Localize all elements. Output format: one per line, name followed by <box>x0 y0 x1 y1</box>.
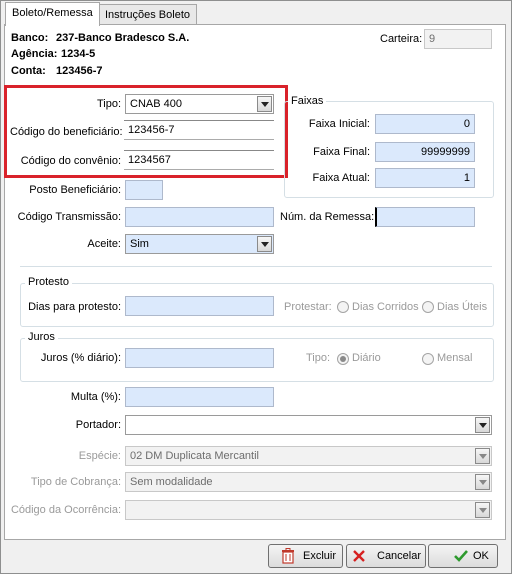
dias-protesto-label: Dias para protesto: <box>28 301 121 313</box>
aceite-label: Aceite: <box>87 238 121 250</box>
especie-label: Espécie: <box>78 450 121 462</box>
remessa-label: Núm. da Remessa: <box>280 211 375 223</box>
posto-label: Posto Beneficiário: <box>29 184 121 196</box>
cancelar-button[interactable]: Cancelar <box>346 544 426 568</box>
transmissao-label: Código Transmissão: <box>17 211 121 223</box>
chevron-down-icon <box>475 448 490 464</box>
faixa-atual-field[interactable]: 1 <box>375 168 475 188</box>
dias-uteis-label: Dias Úteis <box>437 301 488 313</box>
juros-label: Juros (% diário): <box>40 352 121 364</box>
excluir-button[interactable]: Excluir <box>268 544 343 568</box>
ocorrencia-select <box>125 500 492 520</box>
carteira-field: 9 <box>424 29 492 49</box>
dias-protesto-field[interactable] <box>125 296 274 316</box>
remessa-field[interactable] <box>375 207 475 227</box>
ok-button[interactable]: OK <box>428 544 498 568</box>
tipo-cobranca-label: Tipo de Cobrança: <box>30 476 121 488</box>
chevron-down-icon <box>475 502 490 518</box>
agencia-value: 1234-5 <box>61 48 96 60</box>
multa-label: Multa (%): <box>70 391 121 403</box>
cancelar-label: Cancelar <box>377 550 422 562</box>
x-icon <box>353 550 365 562</box>
banco-label: Banco: <box>11 32 49 44</box>
trash-icon <box>282 548 294 564</box>
chevron-down-icon[interactable] <box>475 417 490 433</box>
carteira-label: Carteira: <box>380 33 423 45</box>
faixa-atual-label: Faixa Atual: <box>312 172 370 184</box>
chevron-down-icon[interactable] <box>257 236 272 252</box>
protesto-title: Protesto <box>25 276 72 288</box>
juros-field[interactable] <box>125 348 274 368</box>
protestar-label: Protestar: <box>284 301 332 313</box>
faixa-inicial-label: Faixa Inicial: <box>308 118 370 130</box>
juros-title: Juros <box>25 331 58 343</box>
mensal-label: Mensal <box>437 352 473 364</box>
faixa-final-label: Faixa Final: <box>313 146 370 158</box>
faixas-title: Faixas <box>288 95 327 107</box>
tab-instrucoes-boleto[interactable]: Instruções Boleto <box>98 4 197 25</box>
transmissao-field[interactable] <box>125 207 274 227</box>
dias-corridos-label: Dias Corridos <box>352 301 419 313</box>
mensal-radio[interactable] <box>422 353 434 365</box>
conta-value: 123456-7 <box>56 65 103 77</box>
especie-select-value: 02 DM Duplicata Mercantil <box>130 450 259 462</box>
multa-field[interactable] <box>125 387 274 407</box>
excluir-label: Excluir <box>303 550 337 562</box>
tipo-cobranca-select-value: Sem modalidade <box>130 476 213 488</box>
ok-label: OK <box>473 550 489 562</box>
agencia-label: Agência: <box>11 48 58 60</box>
dias-uteis-radio[interactable] <box>422 301 434 313</box>
highlight-box <box>4 85 288 178</box>
portador-label: Portador: <box>75 419 121 431</box>
ocorrencia-label: Código da Ocorrência: <box>10 504 121 516</box>
especie-select: 02 DM Duplicata Mercantil <box>125 446 492 466</box>
check-icon <box>454 550 468 562</box>
tab-boleto-remessa[interactable]: Boleto/Remessa <box>5 2 100 26</box>
aceite-select[interactable]: Sim <box>125 234 274 254</box>
divider <box>20 266 492 267</box>
conta-label: Conta: <box>11 65 46 77</box>
banco-value: 237-Banco Bradesco S.A. <box>56 32 190 44</box>
tipo-cobranca-select: Sem modalidade <box>125 472 492 492</box>
posto-field[interactable] <box>125 180 163 200</box>
portador-select[interactable] <box>125 415 492 435</box>
diario-radio[interactable] <box>337 353 349 365</box>
dias-corridos-radio[interactable] <box>337 301 349 313</box>
chevron-down-icon <box>475 474 490 490</box>
faixa-inicial-field[interactable]: 0 <box>375 114 475 134</box>
juros-tipo-label: Tipo: <box>306 352 331 364</box>
aceite-select-value: Sim <box>130 238 149 250</box>
diario-label: Diário <box>352 352 381 364</box>
faixa-final-field[interactable]: 99999999 <box>375 142 475 162</box>
